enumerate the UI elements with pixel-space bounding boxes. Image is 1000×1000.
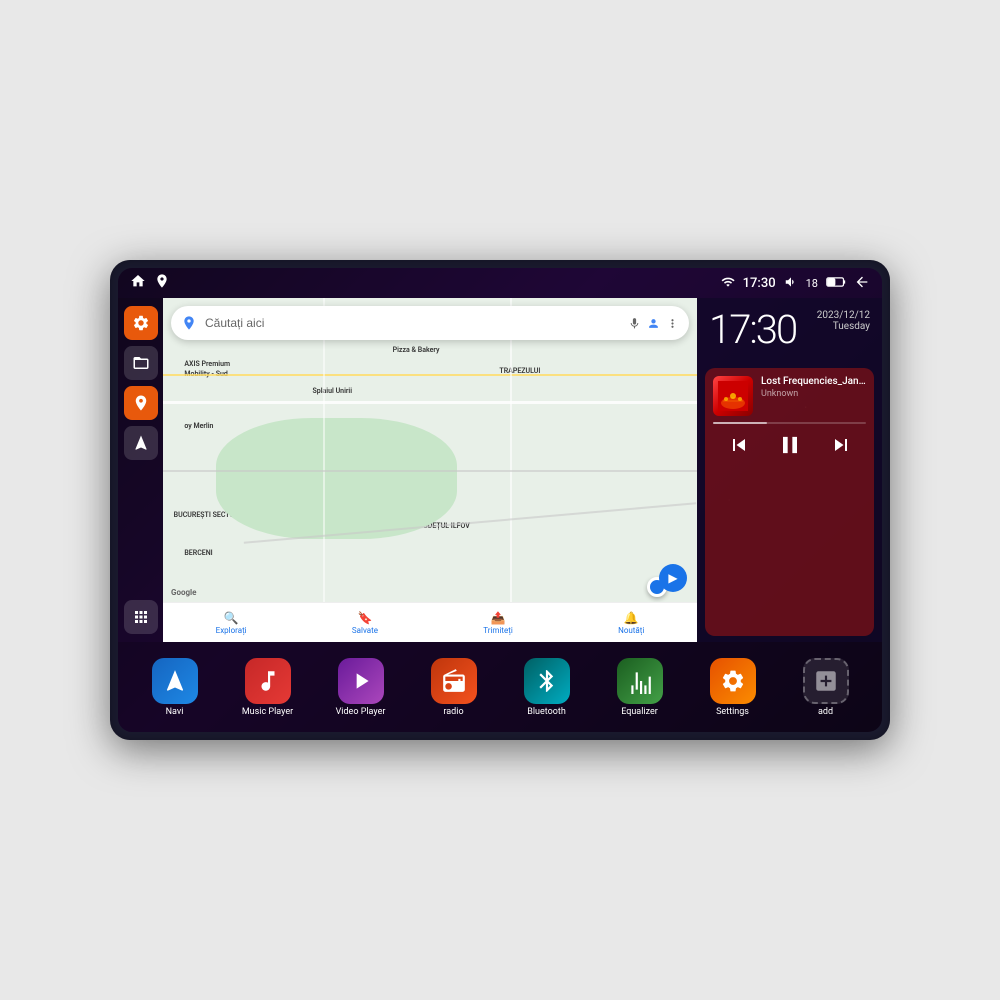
map-wrapper: AXIS Premium Mobility - Sud Splaiul Unir… xyxy=(163,298,697,642)
explore-icon: 🔍 xyxy=(224,611,239,625)
app-add[interactable]: add xyxy=(796,658,856,717)
sidebar-settings-btn[interactable] xyxy=(124,306,158,340)
sidebar-nav-btn[interactable] xyxy=(124,426,158,460)
sidebar-files-btn[interactable] xyxy=(124,346,158,380)
add-label: add xyxy=(818,707,833,717)
main-content: AXIS Premium Mobility - Sud Splaiul Unir… xyxy=(118,298,882,642)
share-label: Trimiteți xyxy=(483,626,513,635)
map-label-merlin: oy Merlin xyxy=(184,422,213,430)
pause-btn[interactable] xyxy=(775,430,805,460)
map-share-btn[interactable]: 📤 Trimiteți xyxy=(483,611,513,635)
clock-date-year: 2023/12/12 xyxy=(817,310,870,321)
bluetooth-icon xyxy=(524,658,570,704)
map-label-splaiul: Splaiul Unirii xyxy=(313,387,353,395)
map-container[interactable]: AXIS Premium Mobility - Sud Splaiul Unir… xyxy=(163,298,697,642)
saved-label: Salvate xyxy=(352,626,378,635)
status-bar-left xyxy=(130,273,170,293)
map-search-input[interactable] xyxy=(205,316,620,330)
music-artist: Unknown xyxy=(761,389,866,399)
maps-logo-icon xyxy=(181,315,197,331)
radio-label: radio xyxy=(443,707,463,717)
map-search-bar[interactable] xyxy=(171,306,689,340)
app-equalizer[interactable]: Equalizer xyxy=(610,658,670,717)
saved-icon: 🔖 xyxy=(357,611,372,625)
settings-label: Settings xyxy=(716,707,749,717)
music-progress-bar[interactable] xyxy=(713,422,866,424)
app-drawer: Navi Music Player Video Player xyxy=(118,642,882,732)
more-icon[interactable] xyxy=(666,317,679,330)
music-controls xyxy=(713,430,866,460)
settings-icon xyxy=(710,658,756,704)
map-zoom-btn[interactable]: ▶ xyxy=(659,564,687,592)
sidebar-map-btn[interactable] xyxy=(124,386,158,420)
equalizer-label: Equalizer xyxy=(621,707,658,717)
avatar-icon[interactable] xyxy=(647,317,660,330)
app-radio[interactable]: radio xyxy=(424,658,484,717)
news-label: Noutăți xyxy=(618,626,644,635)
sidebar xyxy=(118,298,163,642)
music-player-icon xyxy=(245,658,291,704)
device: 17:30 18 xyxy=(110,260,890,740)
map-saved-btn[interactable]: 🔖 Salvate xyxy=(352,611,378,635)
clock-display: 17:30 xyxy=(709,310,796,350)
music-player-label: Music Player xyxy=(242,707,293,717)
radio-icon xyxy=(431,658,477,704)
map-label-pizza: Pizza & Bakery xyxy=(393,346,440,354)
home-icon[interactable] xyxy=(130,273,146,293)
music-progress-fill xyxy=(713,422,767,424)
back-icon[interactable] xyxy=(854,274,870,293)
add-icon xyxy=(803,658,849,704)
video-player-label: Video Player xyxy=(336,707,386,717)
battery-level: 18 xyxy=(806,277,818,290)
location-icon[interactable] xyxy=(154,273,170,293)
status-bar: 17:30 18 xyxy=(118,268,882,298)
map-news-btn[interactable]: 🔔 Noutăți xyxy=(618,611,644,635)
app-bluetooth[interactable]: Bluetooth xyxy=(517,658,577,717)
app-settings[interactable]: Settings xyxy=(703,658,763,717)
fake-map: AXIS Premium Mobility - Sud Splaiul Unir… xyxy=(163,298,697,642)
wifi-icon xyxy=(721,275,735,292)
clock-widget: 17:30 2023/12/12 Tuesday xyxy=(697,298,882,362)
app-music-player[interactable]: Music Player xyxy=(238,658,298,717)
album-art xyxy=(713,376,753,416)
explore-label: Explorați xyxy=(216,626,247,635)
app-navi[interactable]: Navi xyxy=(145,658,205,717)
next-btn[interactable] xyxy=(826,430,856,460)
google-logo: Google xyxy=(171,588,197,597)
sidebar-bottom xyxy=(124,600,158,634)
right-panel: 17:30 2023/12/12 Tuesday xyxy=(697,298,882,642)
navi-label: Navi xyxy=(166,707,184,717)
clock-row: 17:30 2023/12/12 Tuesday xyxy=(709,310,870,350)
status-bar-right: 17:30 18 xyxy=(721,274,870,293)
status-time: 17:30 xyxy=(743,276,776,291)
music-info-row: Lost Frequencies_Janie... Unknown xyxy=(713,376,866,416)
map-label-berceni: BERCENI xyxy=(184,549,212,557)
bluetooth-label: Bluetooth xyxy=(527,707,566,717)
music-title: Lost Frequencies_Janie... xyxy=(761,376,866,387)
map-search-icons xyxy=(628,317,679,330)
music-widget: Lost Frequencies_Janie... Unknown xyxy=(705,368,874,636)
map-label-axis: AXIS Premium xyxy=(184,360,230,368)
news-icon: 🔔 xyxy=(624,611,639,625)
prev-btn[interactable] xyxy=(724,430,754,460)
equalizer-icon xyxy=(617,658,663,704)
clock-date-day: Tuesday xyxy=(817,321,870,332)
mic-icon[interactable] xyxy=(628,317,641,330)
volume-icon xyxy=(784,275,798,292)
album-art-inner xyxy=(713,376,753,416)
sidebar-grid-btn[interactable] xyxy=(124,600,158,634)
music-text: Lost Frequencies_Janie... Unknown xyxy=(761,376,866,399)
video-player-icon xyxy=(338,658,384,704)
map-bottom-bar: 🔍 Explorați 🔖 Salvate 📤 Trimiteți � xyxy=(163,602,697,642)
app-video-player[interactable]: Video Player xyxy=(331,658,391,717)
battery-icon xyxy=(826,276,846,291)
share-icon: 📤 xyxy=(491,611,506,625)
screen: 17:30 18 xyxy=(118,268,882,732)
album-art-graphic xyxy=(718,381,748,411)
clock-date-display: 2023/12/12 Tuesday xyxy=(817,310,870,332)
map-explore-btn[interactable]: 🔍 Explorați xyxy=(216,611,247,635)
navi-icon xyxy=(152,658,198,704)
